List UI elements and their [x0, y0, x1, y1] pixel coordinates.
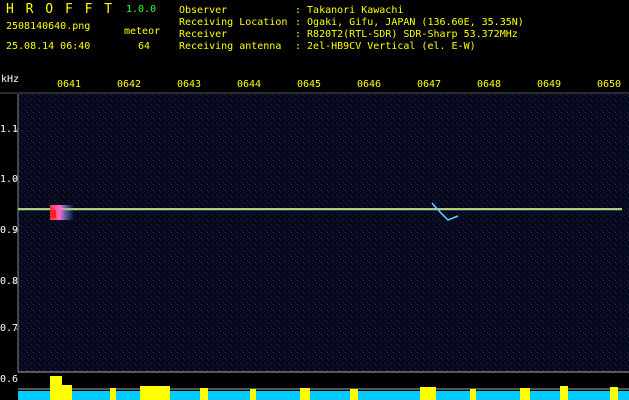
- noise-field: [18, 94, 629, 372]
- y-axis: [14, 94, 19, 372]
- spectrogram-plot: [0, 92, 629, 400]
- meteor-echo-1-core: [50, 210, 56, 218]
- activity-bar: [18, 391, 629, 400]
